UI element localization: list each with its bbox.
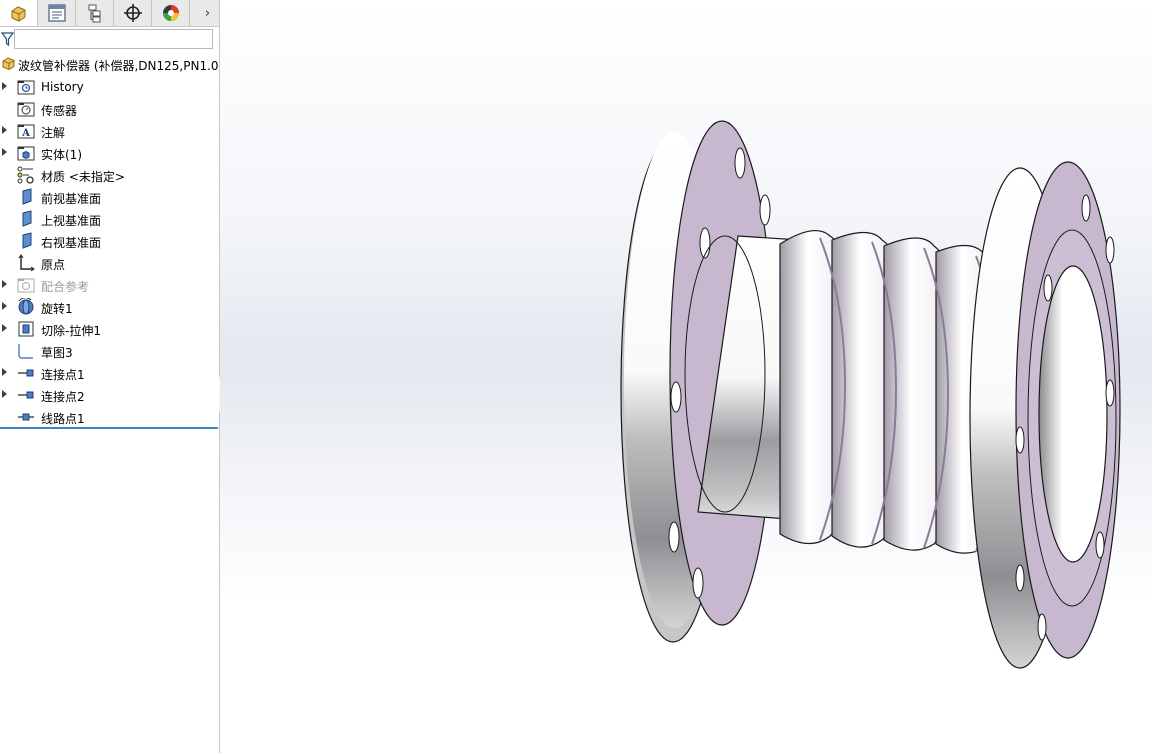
tab-configuration-manager[interactable] (76, 0, 114, 26)
tree-item[interactable]: 切除-拉伸1 (0, 318, 219, 340)
tree-item[interactable]: 材质 <未指定> (0, 164, 219, 186)
tree-item-label: 上视基准面 (41, 214, 102, 228)
plane-icon (17, 232, 35, 250)
origin-icon (17, 254, 35, 272)
feature-manager-icon (11, 6, 25, 22)
tree-item-label: 旋转1 (41, 302, 73, 316)
solid-bodies-folder-icon (17, 144, 35, 162)
expand-arrow-icon[interactable] (2, 302, 7, 310)
expand-arrow-icon[interactable] (2, 126, 7, 134)
tab-dimxpert-manager[interactable] (114, 0, 152, 26)
tree-item[interactable]: A 注解 (0, 120, 219, 142)
expand-arrow-icon[interactable] (2, 82, 7, 90)
revolve-feature-icon (17, 297, 35, 316)
plane-icon (17, 188, 35, 206)
tree-item-label: 注解 (41, 126, 66, 140)
sensor-folder-icon (17, 100, 35, 118)
tree-item[interactable]: 配合参考 (0, 274, 219, 296)
tree-item[interactable]: 旋转1 (0, 296, 219, 318)
material-icon (17, 166, 35, 184)
tree-item-label: History (41, 80, 84, 94)
expand-arrow-icon[interactable] (2, 280, 7, 288)
tree-filter-row (0, 27, 219, 51)
tree-item-label: 前视基准面 (41, 192, 102, 206)
bellows-compensator-model (620, 120, 1121, 669)
sketch-icon (17, 342, 35, 360)
annotation-folder-icon: A (17, 122, 35, 140)
plane-icon (17, 210, 35, 228)
tab-display-manager[interactable] (152, 0, 190, 26)
expand-arrow-icon[interactable] (2, 148, 7, 156)
expand-arrow-icon[interactable] (2, 390, 7, 398)
tree-item[interactable]: 前视基准面 (0, 186, 219, 208)
configuration-manager-icon (88, 4, 100, 23)
expand-arrow-icon[interactable] (2, 368, 7, 376)
cut-extrude-icon (17, 320, 35, 338)
tree-item-label: 传感器 (41, 104, 78, 118)
expand-arrow-icon[interactable] (2, 324, 7, 332)
rollback-bar[interactable] (0, 427, 218, 429)
more-tabs-button[interactable]: › (196, 0, 219, 26)
tab-property-manager[interactable] (38, 0, 76, 26)
svg-text:A: A (21, 128, 30, 139)
mate-reference-icon (17, 276, 35, 294)
part-icon (2, 57, 15, 71)
tree-item[interactable]: 连接点1 (0, 362, 219, 384)
tree-filter-input[interactable] (14, 29, 213, 49)
graphics-area[interactable] (220, 0, 1152, 753)
tree-item-label: 线路点1 (41, 412, 85, 426)
tree-item-label: 配合参考 (41, 280, 90, 294)
tree-item[interactable]: History (0, 76, 219, 98)
dimxpert-crosshair-icon (123, 4, 142, 22)
tree-item-label: 材质 <未指定> (41, 170, 125, 184)
tree-item-label: 连接点1 (41, 368, 85, 382)
tree-item[interactable]: 连接点2 (0, 384, 219, 406)
property-manager-icon (47, 4, 66, 22)
filter-icon[interactable] (1, 31, 14, 47)
history-folder-icon (17, 78, 35, 96)
tree-item[interactable]: 右视基准面 (0, 230, 219, 252)
feature-manager-panel: › 波纹管补偿器 (补偿器,DN125,PN1.0MPa) History 传感器… (0, 0, 220, 753)
connection-point-icon (17, 364, 35, 382)
tree-item[interactable]: 草图3 (0, 340, 219, 362)
tree-item-label: 原点 (41, 258, 66, 272)
tree-item[interactable]: 传感器 (0, 98, 219, 120)
display-manager-icon (162, 5, 179, 21)
tab-feature-manager[interactable] (0, 0, 38, 26)
connection-point-icon (17, 386, 35, 404)
tree-item[interactable]: 原点 (0, 252, 219, 274)
tree-item-label: 草图3 (41, 346, 73, 360)
tree-root-part[interactable]: 波纹管补偿器 (补偿器,DN125,PN1.0MPa) (0, 54, 219, 74)
route-point-icon (17, 408, 35, 426)
tree-item[interactable]: 上视基准面 (0, 208, 219, 230)
tree-item-label: 切除-拉伸1 (41, 324, 101, 338)
tree-item[interactable]: 实体(1) (0, 142, 219, 164)
manager-tab-bar: › (0, 0, 219, 27)
tree-item-label: 右视基准面 (41, 236, 102, 250)
tree-root-label: 波纹管补偿器 (补偿器,DN125,PN1.0MPa) (18, 59, 219, 73)
tree-item-label: 连接点2 (41, 390, 85, 404)
tree-item[interactable]: 线路点1 (0, 406, 219, 428)
tree-item-label: 实体(1) (41, 148, 82, 162)
